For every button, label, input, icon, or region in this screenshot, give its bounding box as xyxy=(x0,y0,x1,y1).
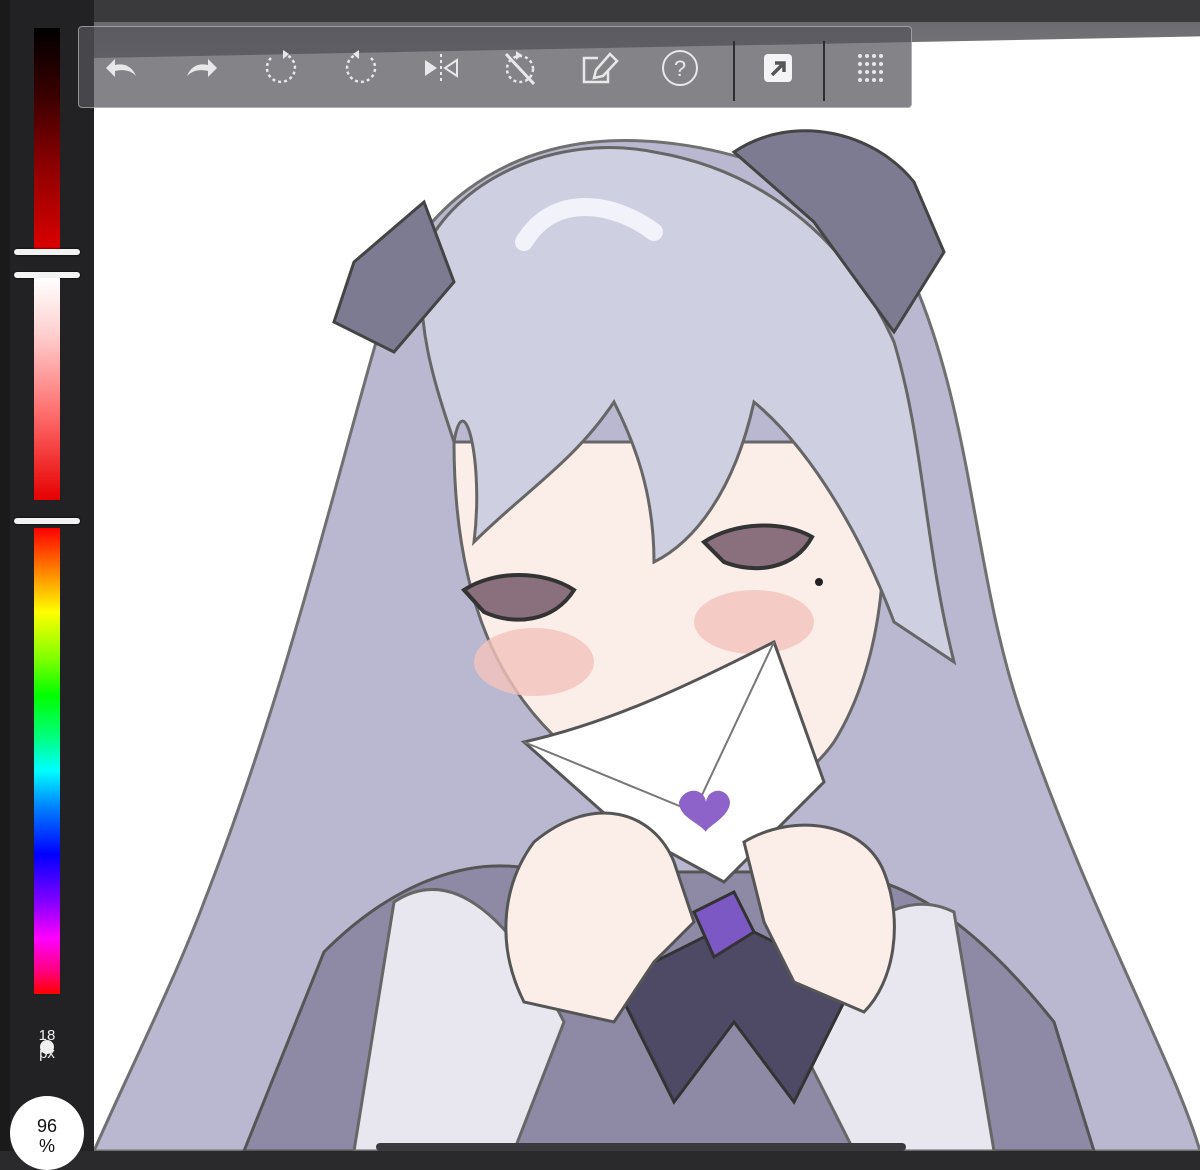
top-bar xyxy=(0,0,1200,22)
opacity-value: 96 xyxy=(36,1116,58,1136)
flip-horizontal-button[interactable] xyxy=(418,45,464,91)
transform-button[interactable] xyxy=(577,45,623,91)
rotate-left-button[interactable] xyxy=(258,45,304,91)
redo-button[interactable] xyxy=(178,45,224,91)
artwork-illustration xyxy=(94,129,1200,1151)
darkness-slider-handle[interactable] xyxy=(14,249,80,255)
darkness-slider[interactable] xyxy=(34,28,60,254)
canvas-toolbar: ? xyxy=(78,26,912,108)
undo-icon xyxy=(106,59,136,77)
flip-horizontal-icon xyxy=(425,54,458,82)
opacity-indicator[interactable]: 96 % xyxy=(10,1096,84,1170)
export-button[interactable] xyxy=(755,45,801,91)
drawing-canvas[interactable] xyxy=(94,22,1200,1151)
blush-left xyxy=(474,628,594,696)
brush-size-indicator[interactable]: 18 px xyxy=(24,1028,70,1062)
transform-icon xyxy=(582,52,619,84)
redo-icon xyxy=(187,59,217,77)
blush-right xyxy=(694,590,814,654)
toolbar-divider xyxy=(733,41,735,101)
horizontal-scrollbar[interactable] xyxy=(376,1143,906,1151)
rotate-right-icon xyxy=(345,50,377,84)
rotate-right-button[interactable] xyxy=(338,45,384,91)
help-icon: ? xyxy=(662,50,698,86)
svg-text:?: ? xyxy=(674,56,686,81)
opacity-unit: % xyxy=(38,1136,55,1156)
color-sidebar: 18 px 96 % xyxy=(0,0,94,1170)
help-button[interactable]: ? xyxy=(657,45,703,91)
brush-preview-dot xyxy=(40,1040,54,1054)
export-icon xyxy=(764,54,792,82)
reset-rotation-button[interactable] xyxy=(497,45,543,91)
hue-slider[interactable] xyxy=(34,528,60,994)
undo-button[interactable] xyxy=(99,45,145,91)
grid-menu-button[interactable] xyxy=(847,45,893,91)
grid-menu-icon xyxy=(858,54,883,82)
rotate-left-icon xyxy=(265,50,297,84)
reset-rotation-icon xyxy=(504,51,536,86)
sidebar-edge xyxy=(0,0,10,1151)
hue-slider-handle[interactable] xyxy=(14,518,80,524)
toolbar-divider xyxy=(823,41,825,101)
lightness-slider[interactable] xyxy=(34,278,60,500)
beauty-mark xyxy=(815,578,823,586)
